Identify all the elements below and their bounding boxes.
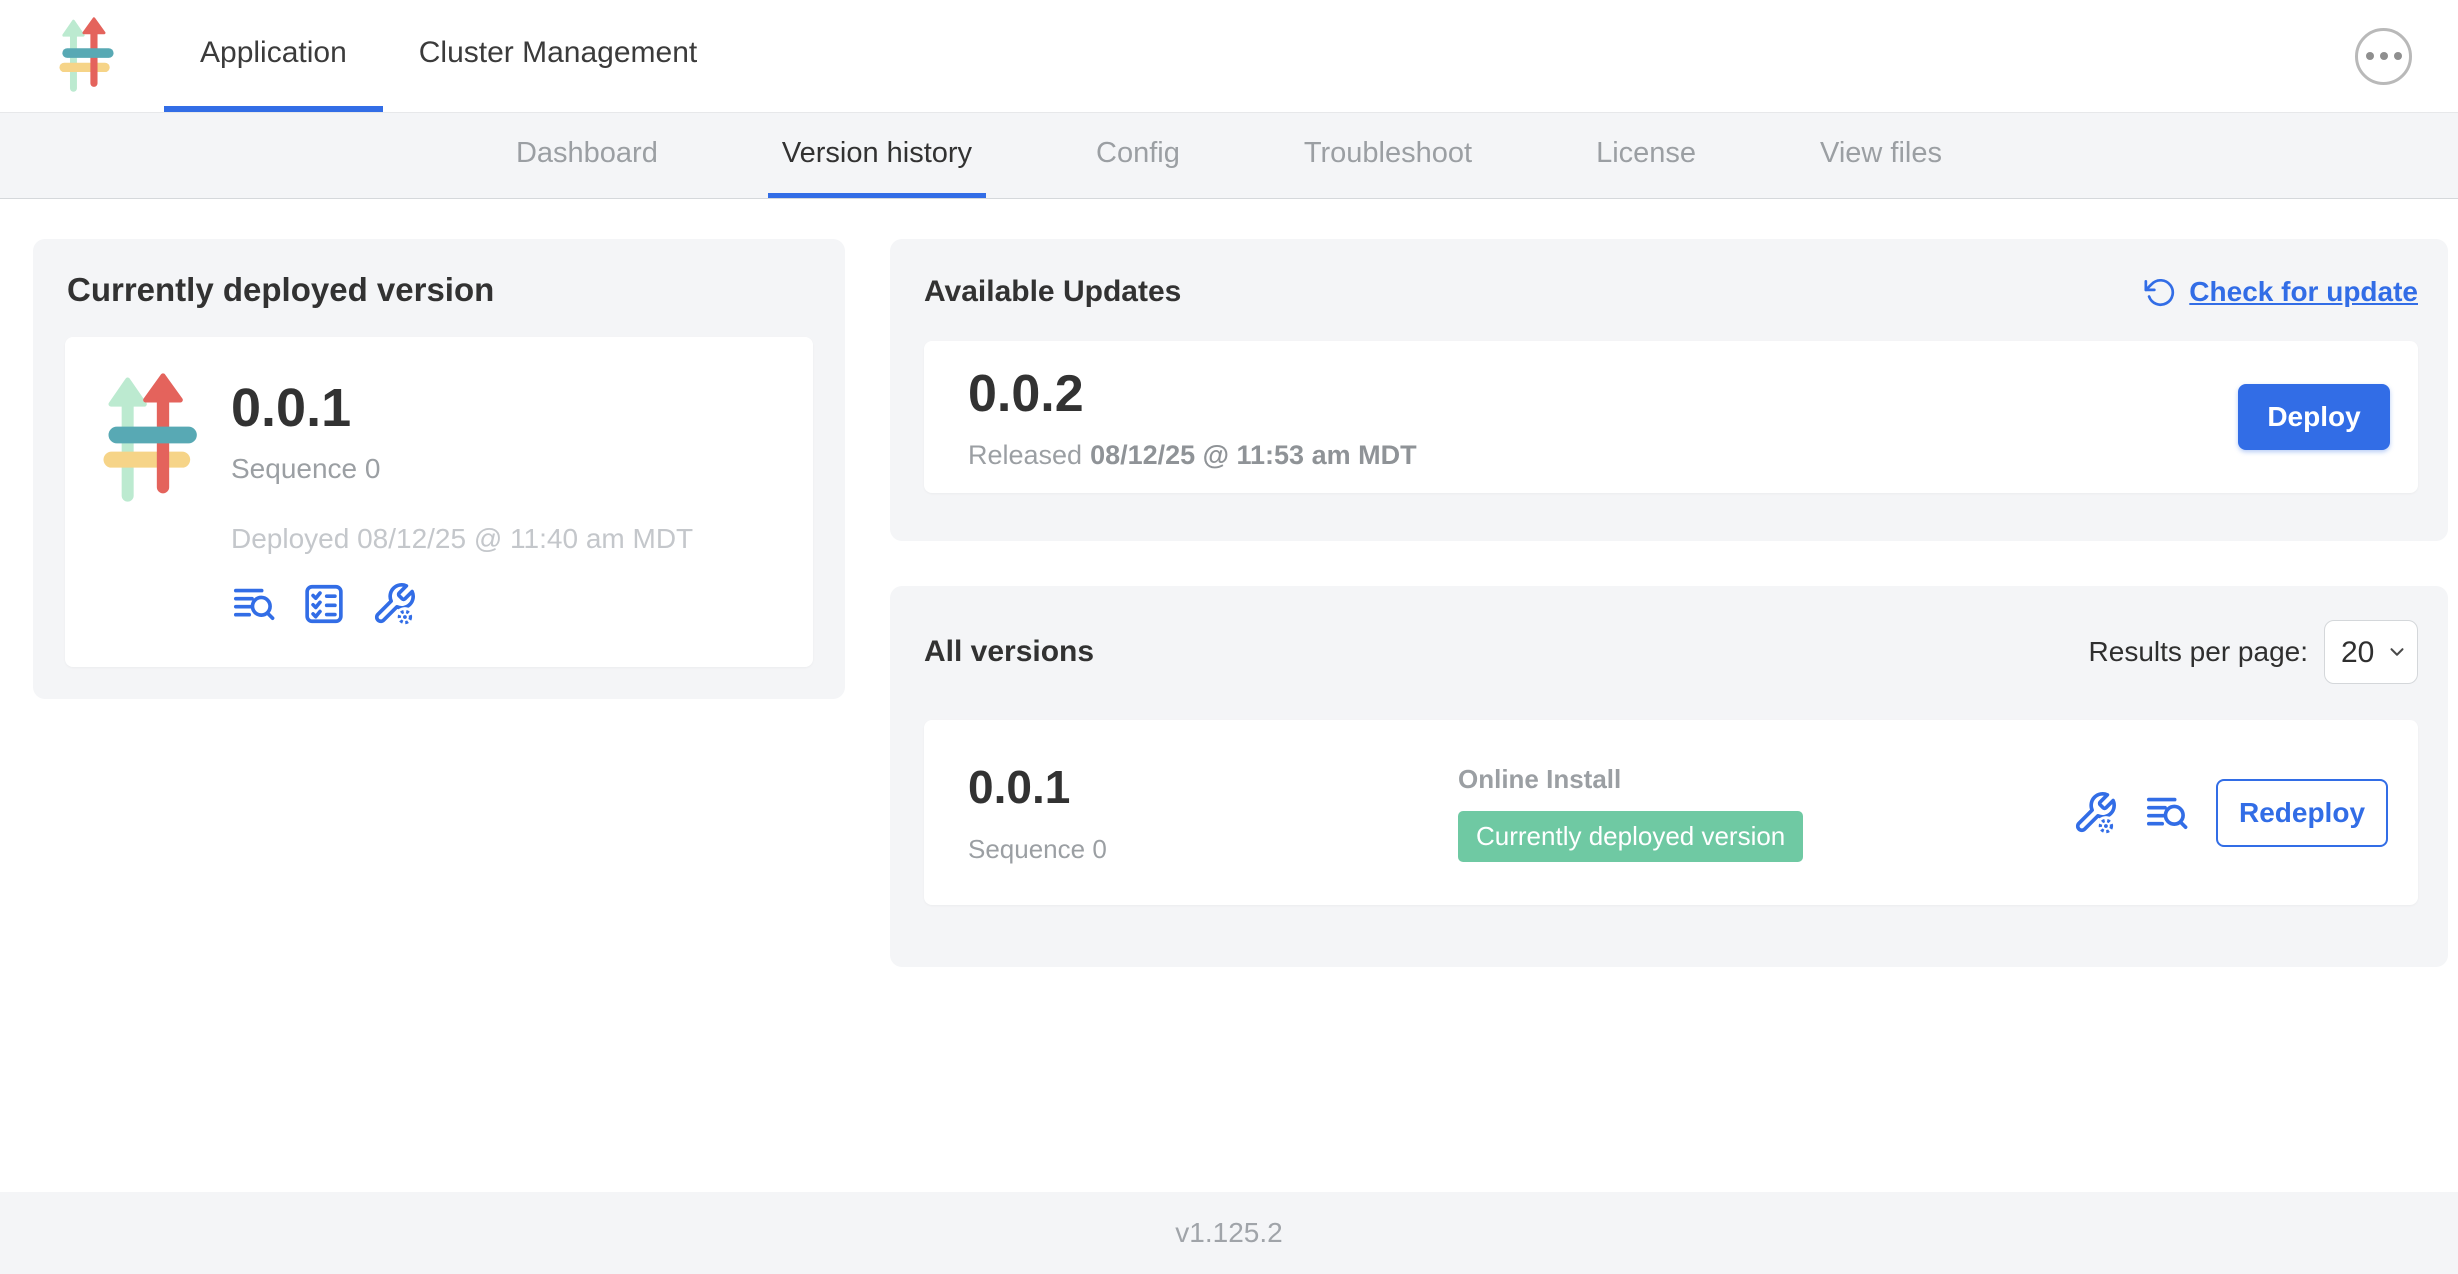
logs-icon[interactable] — [231, 581, 277, 627]
available-update-row: 0.0.2 Released08/12/25 @ 11:53 am MDT De… — [924, 341, 2418, 493]
available-updates-card: Available Updates Check for update 0.0.2… — [890, 239, 2448, 541]
primary-nav: Application Cluster Management — [164, 0, 733, 112]
currently-deployed-card: Currently deployed version 0.0.1 Sequenc… — [33, 239, 845, 699]
subnav-tab-version-history[interactable]: Version history — [768, 113, 986, 198]
version-row: 0.0.1 Sequence 0 Online Install Currentl… — [924, 720, 2418, 905]
deploy-button[interactable]: Deploy — [2238, 384, 2390, 450]
preflight-checklist-icon[interactable] — [301, 581, 347, 627]
install-type-label: Online Install — [1458, 764, 2072, 795]
refresh-icon — [2143, 275, 2177, 309]
ellipsis-menu-button[interactable] — [2355, 28, 2412, 85]
update-version-number: 0.0.2 — [968, 364, 1417, 424]
all-versions-card: All versions Results per page: 20 0.0 — [890, 586, 2448, 967]
console-footer: v1.125.2 — [0, 1192, 2458, 1274]
update-released-timestamp: Released08/12/25 @ 11:53 am MDT — [968, 440, 1417, 471]
currently-deployed-badge: Currently deployed version — [1458, 811, 1803, 862]
subnav-tab-troubleshoot[interactable]: Troubleshoot — [1290, 113, 1486, 198]
nav-tab-application-label: Application — [200, 36, 347, 70]
nav-tab-cluster-management-label: Cluster Management — [419, 36, 697, 70]
deployed-timestamp: Deployed 08/12/25 @ 11:40 am MDT — [231, 523, 693, 555]
console-version: v1.125.2 — [1175, 1217, 1282, 1249]
check-for-update-link[interactable]: Check for update — [2143, 275, 2418, 309]
subnav-tab-config[interactable]: Config — [1082, 113, 1194, 198]
currently-deployed-title: Currently deployed version — [67, 271, 813, 309]
subnav-tab-license[interactable]: License — [1582, 113, 1710, 198]
available-updates-title: Available Updates — [924, 275, 1181, 309]
app-logo-icon — [58, 17, 116, 95]
results-per-page-label: Results per page: — [2089, 636, 2308, 668]
deployed-version-panel: 0.0.1 Sequence 0 Deployed 08/12/25 @ 11:… — [65, 337, 813, 667]
nav-tab-cluster-management[interactable]: Cluster Management — [383, 0, 733, 112]
app-logo-icon — [101, 373, 201, 507]
redeploy-button[interactable]: Redeploy — [2216, 779, 2388, 847]
deployed-sequence: Sequence 0 — [231, 453, 693, 485]
app-subnav: Dashboard Version history Config Trouble… — [0, 113, 2458, 199]
nav-tab-application[interactable]: Application — [164, 0, 383, 112]
logs-icon[interactable] — [2144, 790, 2190, 836]
deployed-version-number: 0.0.1 — [231, 377, 693, 439]
subnav-tab-dashboard[interactable]: Dashboard — [502, 113, 672, 198]
top-navbar: Application Cluster Management — [0, 0, 2458, 113]
config-wrench-icon[interactable] — [371, 581, 417, 627]
row-sequence: Sequence 0 — [968, 834, 1458, 865]
subnav-tab-view-files[interactable]: View files — [1806, 113, 1956, 198]
config-wrench-icon[interactable] — [2072, 790, 2118, 836]
main-content: Currently deployed version 0.0.1 Sequenc… — [0, 199, 2458, 967]
all-versions-title: All versions — [924, 635, 1094, 669]
admin-console-screen: Application Cluster Management Dashboard… — [0, 0, 2458, 1274]
ellipsis-icon — [2366, 52, 2374, 60]
results-per-page-select[interactable]: 20 — [2324, 620, 2418, 684]
row-version-number: 0.0.1 — [968, 760, 1458, 814]
